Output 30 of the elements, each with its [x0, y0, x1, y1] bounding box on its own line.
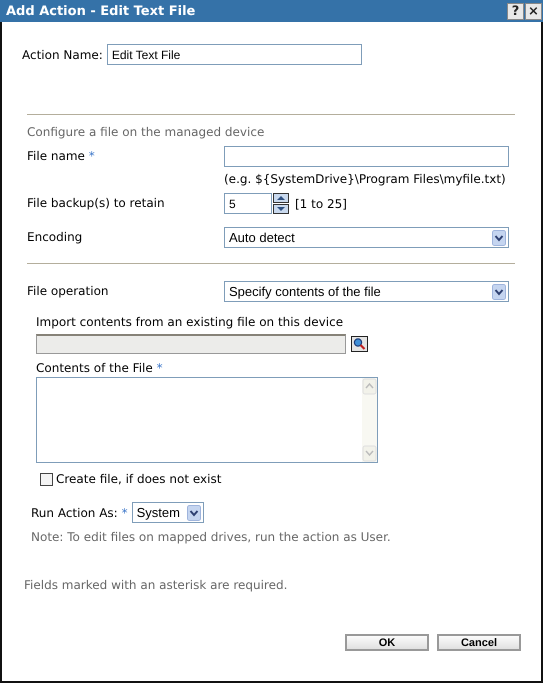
window-title: Add Action - Edit Text File [6, 4, 196, 18]
encoding-dropdown[interactable]: Auto detect [224, 227, 509, 248]
run-as-label: Run Action As: * [31, 506, 128, 520]
scrollbar[interactable] [362, 378, 377, 462]
checkbox-label: Create file, if does not exist [56, 472, 222, 486]
field-label: File name * [27, 148, 96, 163]
action-name-field[interactable]: Edit Text File [106, 44, 362, 65]
note-text: Note: To edit files on mapped drives, run the action as User. [31, 530, 392, 544]
spinner-arrows-icon[interactable] [273, 193, 289, 214]
close-button[interactable]: × [525, 2, 542, 20]
file-operation-dropdown[interactable]: Specify contents of the file [224, 281, 509, 302]
run-as-dropdown[interactable]: System [132, 502, 204, 523]
section-title: Configure a file on the managed device [27, 125, 266, 139]
range-text: [1 to 25] [295, 196, 347, 210]
hint-text: (e.g. ${SystemDrive}\Program Files\myfile.txt) [224, 172, 507, 186]
dialog-button[interactable]: OK [345, 634, 429, 651]
dialog-button[interactable]: Cancel [437, 634, 521, 651]
action-name-label: Action Name: [22, 48, 103, 62]
help-button[interactable]: ? [507, 2, 524, 20]
contents-text-area[interactable] [36, 377, 378, 463]
backups-field[interactable]: 5 [224, 193, 272, 214]
field-label: File backup(s) to retain [27, 195, 166, 210]
import-label: Import contents from an existing file on this device [36, 315, 344, 329]
field-label: Encoding [27, 229, 84, 244]
field-label: Contents of the File * [36, 361, 164, 375]
file-name-field[interactable] [224, 146, 509, 167]
field-label: File operation [27, 283, 110, 298]
checkbox[interactable] [40, 472, 53, 486]
search-icon[interactable] [351, 336, 368, 352]
required-note: Fields marked with an asterisk are required. [24, 578, 288, 592]
